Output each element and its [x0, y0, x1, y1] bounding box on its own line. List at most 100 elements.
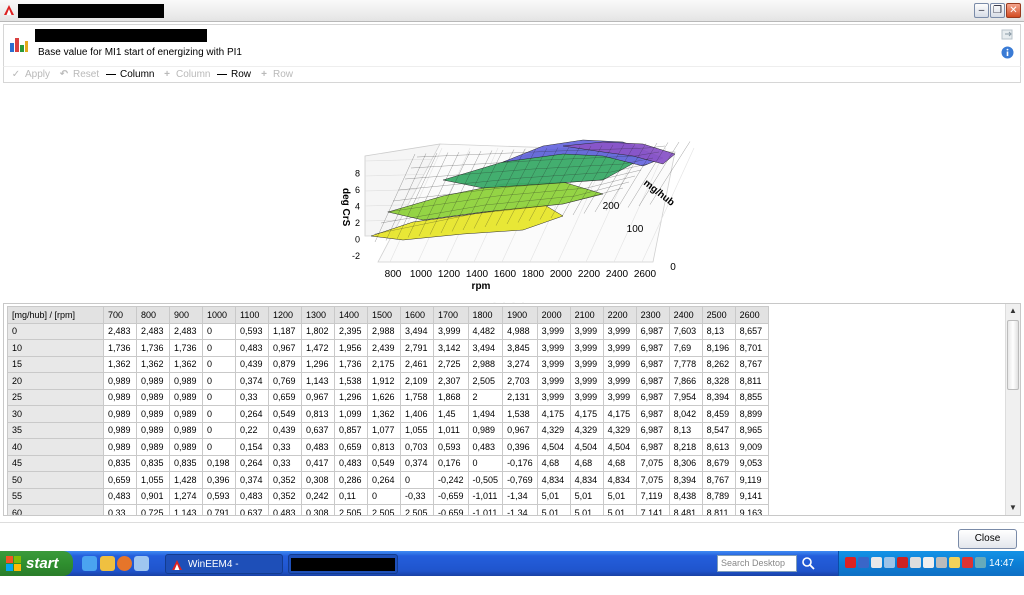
table-cell[interactable]: 9,141 — [734, 487, 769, 505]
table-cell[interactable]: -1,011 — [467, 487, 504, 505]
table-cell[interactable]: 0,989 — [136, 405, 170, 423]
table-cell[interactable]: 0,483 — [301, 438, 335, 456]
table-cell[interactable]: 0,989 — [136, 372, 170, 390]
table-cell[interactable]: 0,769 — [268, 372, 302, 390]
table-cell[interactable]: 1,077 — [367, 421, 401, 439]
apply-button[interactable]: ✓ Apply — [10, 68, 50, 81]
table-cell[interactable]: 0,989 — [103, 388, 137, 406]
table-cell[interactable]: 3,999 — [536, 372, 571, 390]
table-cell[interactable]: 0,835 — [136, 454, 170, 472]
table-cell[interactable]: 5,01 — [602, 504, 637, 515]
table-cell[interactable]: 0,593 — [202, 487, 236, 505]
desktop-search-input[interactable]: Search Desktop — [717, 555, 797, 572]
row-header[interactable]: 15 — [7, 355, 104, 373]
table-cell[interactable]: 3,999 — [602, 372, 637, 390]
table-cell[interactable]: 1,802 — [301, 322, 335, 340]
table-cell[interactable]: 8,042 — [668, 405, 703, 423]
table-cell[interactable]: 0,813 — [367, 438, 401, 456]
row-header[interactable]: 25 — [7, 388, 104, 406]
table-cell[interactable]: 1,538 — [502, 405, 538, 423]
table-cell[interactable]: 4,988 — [502, 322, 538, 340]
table-cell[interactable]: 2,725 — [433, 355, 469, 373]
table-cell[interactable]: 0,374 — [235, 372, 269, 390]
table-cell[interactable]: 0 — [202, 339, 236, 357]
table-cell[interactable]: 3,999 — [569, 322, 604, 340]
table-cell[interactable]: 0,989 — [467, 421, 504, 439]
table-cell[interactable]: 1,736 — [136, 339, 170, 357]
table-cell[interactable]: 1,45 — [433, 405, 469, 423]
remove-column-button[interactable]: — Column — [105, 68, 154, 81]
table-cell[interactable]: 2,483 — [103, 322, 137, 340]
table-cell[interactable]: 0,396 — [502, 438, 538, 456]
table-cell[interactable]: 8,547 — [701, 421, 736, 439]
table-cell[interactable]: 0,857 — [334, 421, 368, 439]
table-cell[interactable]: 0,791 — [202, 504, 236, 515]
remove-row-button[interactable]: — Row — [216, 68, 251, 81]
table-cell[interactable]: 4,175 — [569, 405, 604, 423]
table-cell[interactable]: 8,767 — [701, 471, 736, 489]
table-cell[interactable]: 3,999 — [536, 355, 571, 373]
table-cell[interactable]: 0,154 — [235, 438, 269, 456]
surface-chart[interactable]: -202468deg CrS800 1000 1200 1400 1600 1800 200… — [3, 84, 1021, 300]
table-cell[interactable]: 1,472 — [301, 339, 335, 357]
column-header[interactable]: 1300 — [301, 306, 335, 324]
column-header[interactable]: 2000 — [536, 306, 571, 324]
table-cell[interactable]: 0,989 — [103, 405, 137, 423]
table-cell[interactable]: 2,791 — [400, 339, 434, 357]
table-cell[interactable]: -0,659 — [433, 504, 469, 515]
table-cell[interactable]: 2,395 — [334, 322, 368, 340]
table-cell[interactable]: 5,01 — [536, 487, 571, 505]
table-cell[interactable]: 0,33 — [268, 454, 302, 472]
table-cell[interactable]: 0 — [202, 421, 236, 439]
table-cell[interactable]: 0 — [202, 322, 236, 340]
tray-network-icon[interactable] — [884, 557, 895, 568]
table-cell[interactable]: 0,242 — [301, 487, 335, 505]
table-cell[interactable]: 0,33 — [235, 388, 269, 406]
table-cell[interactable]: 0,659 — [268, 388, 302, 406]
table-cell[interactable]: 1,428 — [169, 471, 203, 489]
table-cell[interactable]: 0,725 — [136, 504, 170, 515]
table-cell[interactable]: 0,352 — [268, 487, 302, 505]
table-cell[interactable]: 6,987 — [635, 322, 670, 340]
table-cell[interactable]: 0,989 — [103, 438, 137, 456]
table-cell[interactable]: 0,11 — [334, 487, 368, 505]
vertical-scrollbar[interactable]: ▲ ▼ — [1005, 304, 1020, 515]
row-header[interactable]: 50 — [7, 471, 104, 489]
table-cell[interactable]: -0,505 — [467, 471, 504, 489]
table-cell[interactable]: 0,439 — [268, 421, 302, 439]
table-cell[interactable]: 1,736 — [103, 339, 137, 357]
table-cell[interactable]: 6,987 — [635, 405, 670, 423]
table-cell[interactable]: 2,439 — [367, 339, 401, 357]
table-cell[interactable]: 0,352 — [268, 471, 302, 489]
table-cell[interactable]: 0,901 — [136, 487, 170, 505]
taskbar-item-redacted[interactable] — [288, 554, 398, 574]
table-cell[interactable]: 1,362 — [367, 405, 401, 423]
table-cell[interactable]: 2,307 — [433, 372, 469, 390]
table-cell[interactable]: 2,461 — [400, 355, 434, 373]
table-cell[interactable]: 1,758 — [400, 388, 434, 406]
table-cell[interactable]: 0,989 — [169, 421, 203, 439]
table-cell[interactable]: 0 — [202, 405, 236, 423]
table-cell[interactable]: 8,394 — [701, 388, 736, 406]
table-cell[interactable]: 1,143 — [301, 372, 335, 390]
table-cell[interactable]: 1,406 — [400, 405, 434, 423]
table-cell[interactable]: 8,789 — [701, 487, 736, 505]
table-cell[interactable]: -0,242 — [433, 471, 469, 489]
table-cell[interactable]: 0,989 — [136, 438, 170, 456]
table-cell[interactable]: 0,967 — [268, 339, 302, 357]
table-cell[interactable]: 2,131 — [502, 388, 538, 406]
table-cell[interactable]: 0,637 — [235, 504, 269, 515]
taskbar-item-wineem4[interactable]: WinEEM4 - Developm... — [165, 554, 283, 590]
column-header[interactable]: 2400 — [668, 306, 703, 324]
info-icon[interactable] — [1001, 46, 1014, 59]
table-cell[interactable]: 8,481 — [668, 504, 703, 515]
row-header[interactable]: 45 — [7, 454, 104, 472]
table-cell[interactable]: 0,989 — [169, 405, 203, 423]
table-cell[interactable]: 3,999 — [602, 388, 637, 406]
table-cell[interactable]: 1,143 — [169, 504, 203, 515]
table-cell[interactable]: 0,483 — [235, 339, 269, 357]
table-cell[interactable]: 0,483 — [334, 454, 368, 472]
row-header[interactable]: 55 — [7, 487, 104, 505]
table-cell[interactable]: 6,987 — [635, 339, 670, 357]
table-cell[interactable]: -0,176 — [502, 454, 538, 472]
